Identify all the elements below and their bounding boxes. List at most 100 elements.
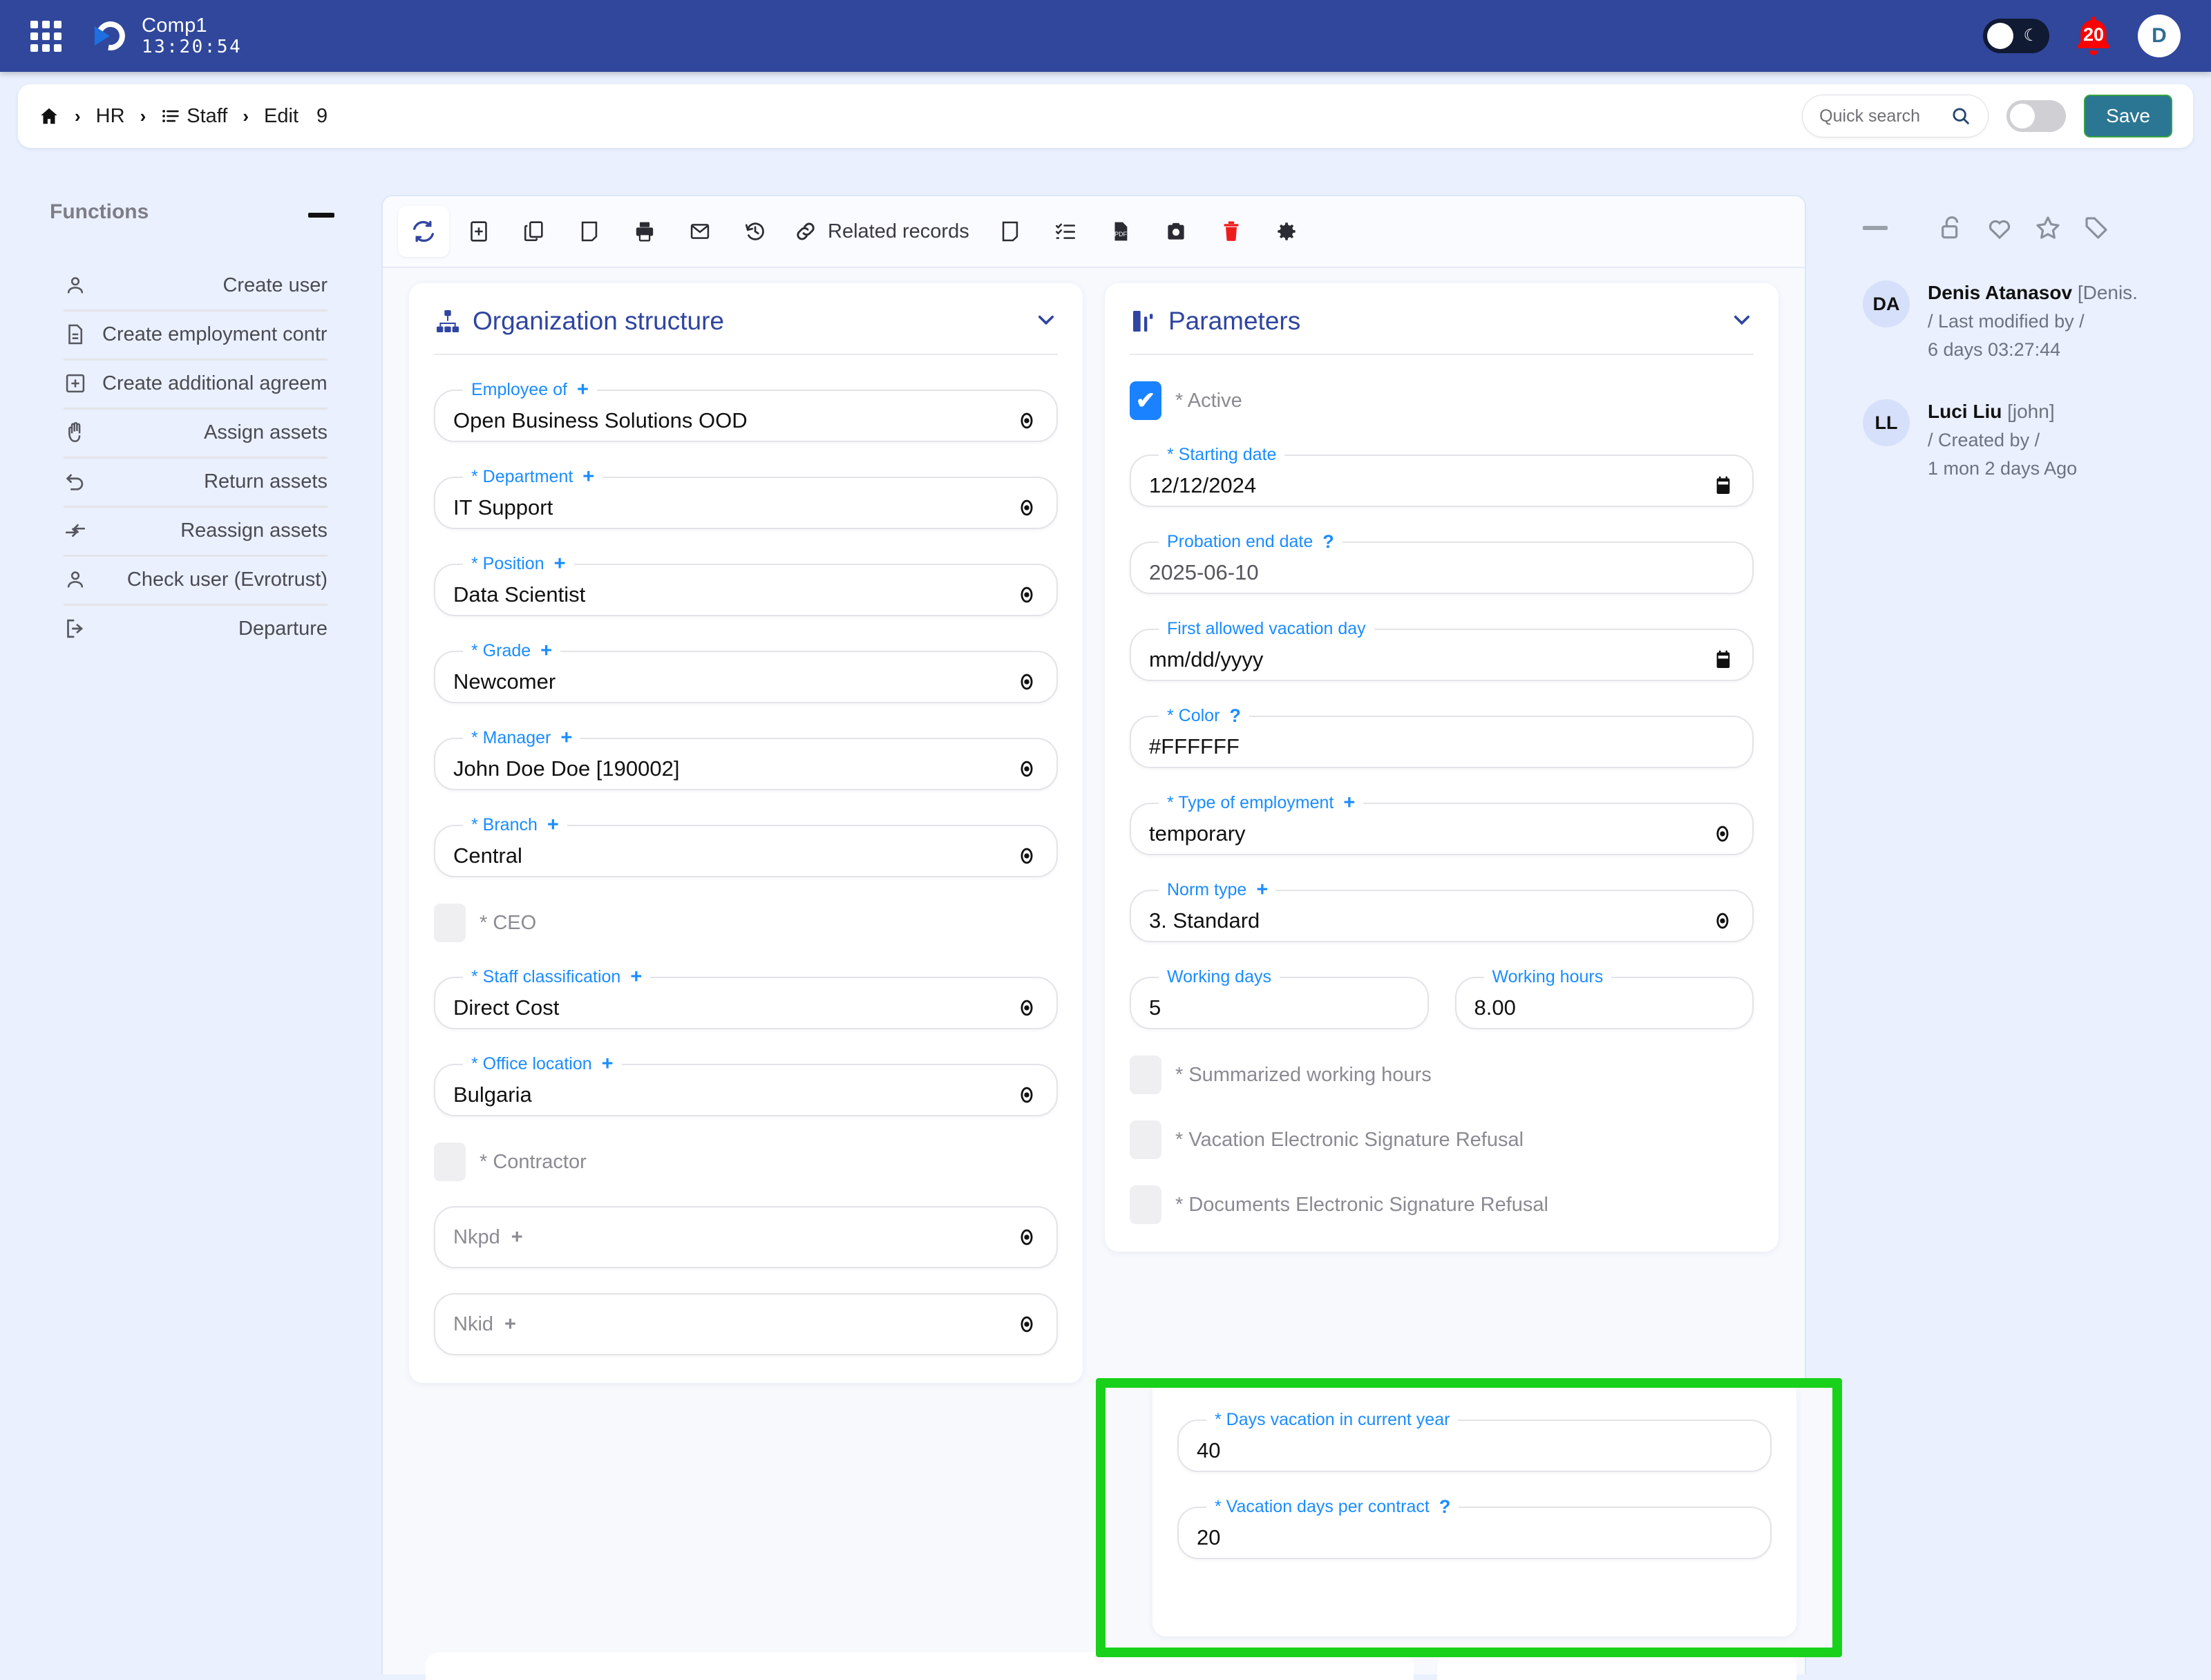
settings-button[interactable] xyxy=(1261,206,1312,257)
sticky-note-button[interactable] xyxy=(985,206,1036,257)
eye-icon[interactable] xyxy=(1711,909,1734,933)
eye-icon[interactable] xyxy=(1015,1225,1038,1249)
contractor-checkbox[interactable] xyxy=(434,1143,466,1181)
function-item-create-employment-contract[interactable]: Create employment contra xyxy=(64,312,328,361)
add-icon[interactable]: + xyxy=(1343,793,1355,813)
save-button[interactable]: Save xyxy=(2084,95,2172,137)
eye-icon[interactable] xyxy=(1711,822,1734,846)
email-button[interactable] xyxy=(674,206,725,257)
field-box[interactable]: Working hours 8.00 xyxy=(1454,967,1754,1029)
summarized-working-hours-checkbox[interactable] xyxy=(1130,1056,1161,1094)
function-item-return-assets[interactable]: Return assets xyxy=(64,459,328,508)
field-box[interactable]: Nkid + xyxy=(434,1293,1058,1355)
function-item-create-user[interactable]: Create user xyxy=(64,262,328,312)
breadcrumb-item-hr[interactable]: HR xyxy=(96,105,125,128)
field-box[interactable]: * Starting date 12/12/2024 xyxy=(1130,445,1754,507)
field-box[interactable]: Norm type + 3. Standard xyxy=(1130,880,1754,942)
ceo-checkbox[interactable] xyxy=(434,904,466,942)
checkbox-row-active[interactable]: ✔ * Active xyxy=(1130,381,1754,420)
checkbox-row-summarized-working-hours[interactable]: * Summarized working hours xyxy=(1130,1056,1754,1094)
related-records-button[interactable]: Related records xyxy=(785,219,980,244)
help-icon[interactable]: ? xyxy=(1229,707,1241,725)
field-box[interactable]: * Branch + Central xyxy=(434,815,1058,877)
user-avatar[interactable]: D xyxy=(2138,15,2181,57)
copy-button[interactable] xyxy=(509,206,560,257)
history-button[interactable] xyxy=(730,206,781,257)
field-box[interactable]: * Days vacation in current year 40 xyxy=(1177,1410,1772,1472)
field-box[interactable]: * Staff classification + Direct Cost xyxy=(434,967,1058,1029)
field-box[interactable]: * Position + Data Scientist xyxy=(434,554,1058,616)
add-icon[interactable]: + xyxy=(577,380,589,400)
notifications-bell-button[interactable]: 20 xyxy=(2071,14,2116,58)
function-item-departure[interactable]: Departure xyxy=(64,606,328,653)
eye-icon[interactable] xyxy=(1015,670,1038,694)
delete-button[interactable] xyxy=(1206,206,1257,257)
eye-icon[interactable] xyxy=(1015,757,1038,781)
dark-mode-toggle[interactable]: ☾ xyxy=(1983,19,2049,53)
calendar-icon[interactable] xyxy=(1712,475,1734,497)
collapse-icon[interactable] xyxy=(308,213,334,218)
heart-icon[interactable] xyxy=(1986,214,2013,242)
chevron-down-icon[interactable] xyxy=(1730,308,1754,335)
add-icon[interactable]: + xyxy=(602,1054,614,1074)
eye-icon[interactable] xyxy=(1015,583,1038,607)
add-icon[interactable]: + xyxy=(511,1227,523,1248)
app-logo-icon[interactable] xyxy=(90,15,131,57)
eye-icon[interactable] xyxy=(1015,496,1038,519)
field-box[interactable]: Probation end date ? 2025-06-10 xyxy=(1130,532,1754,594)
refresh-button[interactable] xyxy=(398,206,449,257)
function-item-assign-assets[interactable]: Assign assets xyxy=(64,410,328,459)
search-input[interactable] xyxy=(1819,106,1944,126)
field-box[interactable]: * Type of employment + temporary xyxy=(1130,793,1754,855)
help-icon[interactable]: ? xyxy=(1322,533,1334,551)
checkbox-row-contractor[interactable]: * Contractor xyxy=(434,1143,1058,1181)
function-item-create-additional-agreement[interactable]: Create additional agreeme xyxy=(64,361,328,410)
checkbox-row-ceo[interactable]: * CEO xyxy=(434,904,1058,942)
note-button[interactable] xyxy=(564,206,615,257)
field-box[interactable]: * Department + IT Support xyxy=(434,467,1058,529)
eye-icon[interactable] xyxy=(1015,1312,1038,1336)
star-icon[interactable] xyxy=(2034,214,2062,242)
add-icon[interactable]: + xyxy=(504,1314,516,1335)
camera-button[interactable] xyxy=(1150,206,1202,257)
print-button[interactable] xyxy=(619,206,670,257)
field-box[interactable]: * Office location + Bulgaria xyxy=(434,1054,1058,1116)
quick-search[interactable] xyxy=(1802,95,1989,137)
documents-signature-refusal-checkbox[interactable] xyxy=(1130,1185,1161,1224)
add-icon[interactable]: + xyxy=(540,641,552,661)
field-box[interactable]: * Color ? #FFFFFF xyxy=(1130,706,1754,768)
app-grid-icon[interactable] xyxy=(30,20,61,52)
add-icon[interactable]: + xyxy=(582,467,594,487)
search-icon[interactable] xyxy=(1951,106,1971,126)
field-box[interactable]: Nkpd + xyxy=(434,1206,1058,1268)
checkbox-row-documents-signature-refusal[interactable]: * Documents Electronic Signature Refusal xyxy=(1130,1185,1754,1224)
calendar-icon[interactable] xyxy=(1712,649,1734,671)
field-box[interactable]: Working days 5 xyxy=(1130,967,1429,1029)
edit-mode-toggle[interactable] xyxy=(2006,100,2067,132)
unlock-icon[interactable] xyxy=(1937,214,1965,242)
help-icon[interactable]: ? xyxy=(1439,1498,1451,1516)
add-icon[interactable]: + xyxy=(630,967,642,987)
field-box[interactable]: * Grade + Newcomer xyxy=(434,641,1058,703)
pdf-export-button[interactable]: PDF xyxy=(1095,206,1146,257)
checklist-button[interactable] xyxy=(1040,206,1091,257)
vacation-signature-refusal-checkbox[interactable] xyxy=(1130,1120,1161,1159)
collapse-icon[interactable] xyxy=(1863,226,1888,230)
field-box[interactable]: First allowed vacation day mm/dd/yyyy xyxy=(1130,619,1754,681)
eye-icon[interactable] xyxy=(1015,844,1038,868)
chevron-down-icon[interactable] xyxy=(1034,308,1058,335)
add-icon[interactable]: + xyxy=(554,554,566,574)
active-checkbox[interactable]: ✔ xyxy=(1130,381,1161,420)
breadcrumb-item-staff[interactable]: Staff xyxy=(161,105,227,128)
checkbox-row-vacation-signature-refusal[interactable]: * Vacation Electronic Signature Refusal xyxy=(1130,1120,1754,1159)
add-icon[interactable]: + xyxy=(1256,880,1268,900)
field-box[interactable]: * Manager + John Doe Doe [190002] xyxy=(434,728,1058,790)
tag-icon[interactable] xyxy=(2082,214,2110,242)
add-icon[interactable]: + xyxy=(560,728,572,748)
eye-icon[interactable] xyxy=(1015,996,1038,1020)
field-box[interactable]: * Vacation days per contract ? 20 xyxy=(1177,1497,1772,1559)
function-item-reassign-assets[interactable]: Reassign assets xyxy=(64,508,328,557)
function-item-check-user-evrotrust[interactable]: Check user (Evrotrust) xyxy=(64,557,328,606)
eye-icon[interactable] xyxy=(1015,409,1038,432)
add-button[interactable] xyxy=(453,206,504,257)
